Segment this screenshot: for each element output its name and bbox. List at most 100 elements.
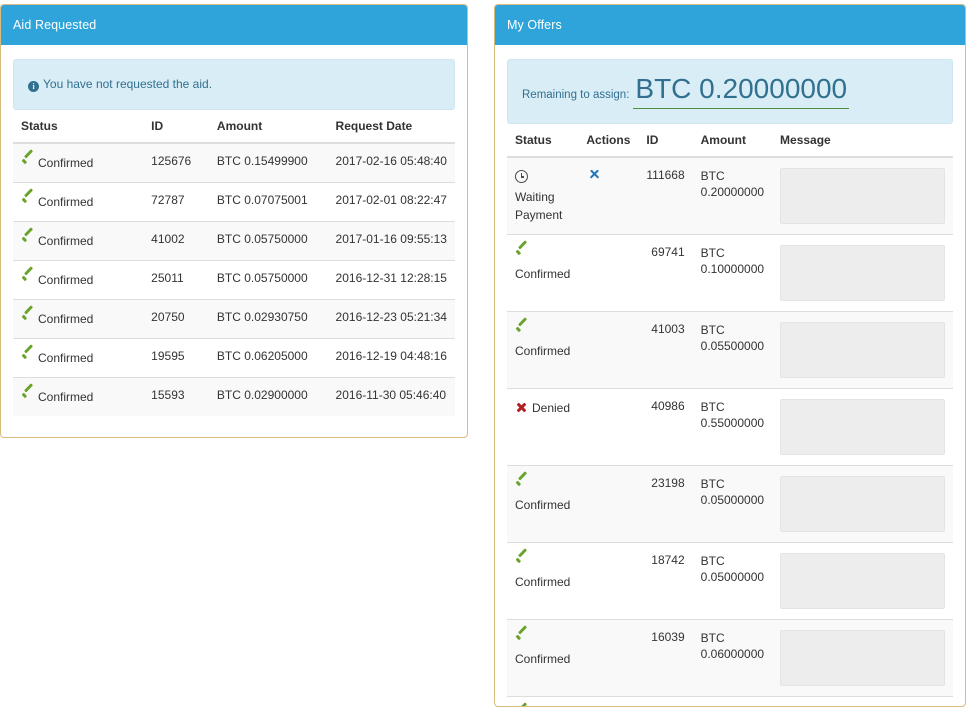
message-input[interactable]	[780, 399, 945, 455]
status-badge: Confirmed	[21, 234, 93, 248]
cell-amount: BTC 0.05000000	[692, 465, 773, 543]
status-badge: Confirmed	[515, 478, 570, 514]
table-row: Waiting Payment 111668 BTC 0.20000000	[507, 156, 953, 235]
status-label: Confirmed	[38, 351, 94, 365]
status-label: Confirmed	[38, 156, 94, 170]
cell-id: 20750	[143, 299, 209, 339]
status-label: Confirmed	[38, 234, 94, 248]
cell-amount: BTC 0.05750000	[208, 260, 328, 300]
cell-status: Confirmed	[507, 542, 579, 620]
status-badge: Confirmed	[21, 195, 93, 209]
aid-requested-panel: Aid Requested i You have not requested th…	[0, 4, 468, 438]
green-check-icon	[21, 234, 35, 247]
table-row: Confirmed 13045BTC 0.02700000	[507, 696, 953, 706]
column-header-request-date: Request Date	[327, 110, 455, 144]
remaining-to-assign-label: Remaining to assign:	[522, 89, 630, 101]
status-badge: Confirmed	[21, 156, 93, 170]
cell-id: 125676	[143, 142, 209, 183]
status-label: Confirmed	[515, 344, 571, 358]
cell-id: 72787	[143, 182, 209, 222]
info-icon: i	[28, 81, 39, 92]
message-input[interactable]	[780, 476, 945, 532]
cell-id: 16039	[638, 619, 693, 697]
cell-amount: BTC 0.05500000	[692, 311, 773, 389]
cell-message	[772, 696, 953, 706]
no-aid-requested-alert-text: You have not requested the aid.	[43, 77, 213, 91]
cell-actions	[578, 156, 639, 235]
aid-requested-table-body: Confirmed 125676 BTC 0.15499900 2017-02-16 …	[13, 142, 455, 416]
status-badge: Confirmed	[21, 390, 93, 404]
cell-amount: BTC 0.15499900	[208, 142, 328, 183]
column-header-message: Message	[772, 124, 953, 158]
message-input[interactable]	[780, 553, 945, 609]
message-input[interactable]	[780, 168, 945, 224]
column-header-amount: Amount	[692, 124, 773, 158]
cell-id: 111668	[638, 156, 693, 235]
column-header-status: Status	[13, 110, 144, 144]
status-badge: Confirmed	[515, 324, 570, 360]
no-aid-requested-alert: i You have not requested the aid.	[13, 59, 455, 110]
cell-amount: BTC 0.05750000	[208, 221, 328, 261]
column-header-id: ID	[638, 124, 693, 158]
green-check-icon	[515, 632, 529, 645]
message-input[interactable]	[780, 322, 945, 378]
table-row: Confirmed 15593 BTC 0.02900000 2016-11-30 0…	[13, 377, 455, 416]
cancel-x-icon[interactable]	[588, 168, 600, 180]
status-label: Confirmed	[38, 195, 94, 209]
message-input[interactable]	[780, 245, 945, 301]
cell-actions	[578, 234, 639, 312]
cell-status: Confirmed	[507, 311, 579, 389]
status-label: Waiting Payment	[515, 190, 563, 222]
cell-id: 23198	[638, 465, 693, 543]
status-badge: Waiting Payment	[515, 170, 570, 224]
aid-requested-panel-body: i You have not requested the aid. Status …	[1, 45, 467, 416]
status-badge: Confirmed	[515, 632, 570, 668]
red-x-icon	[515, 401, 528, 414]
table-row: Denied 40986 BTC 0.55000000	[507, 388, 953, 466]
status-label: Confirmed	[515, 575, 571, 589]
cell-id: 19595	[143, 338, 209, 378]
aid-requested-panel-title: Aid Requested	[1, 5, 467, 45]
my-offers-table-head: Status Actions ID Amount Message	[507, 124, 953, 158]
table-row: Confirmed 19595 BTC 0.06205000 2016-12-19 0…	[13, 338, 455, 378]
column-header-status: Status	[507, 124, 579, 158]
cell-message	[772, 542, 953, 620]
status-badge: Confirmed	[21, 351, 93, 365]
cell-date: 2016-12-19 04:48:16	[327, 338, 455, 378]
status-label: Denied	[532, 401, 571, 415]
table-row: Confirmed 72787 BTC 0.07075001 2017-02-01 0…	[13, 182, 455, 222]
cell-date: 2017-02-16 05:48:40	[327, 142, 455, 183]
column-header-amount: Amount	[208, 110, 328, 144]
table-row: Confirmed 41002 BTC 0.05750000 2017-01-16 0…	[13, 221, 455, 261]
cell-amount: BTC 0.02930750	[208, 299, 328, 339]
cell-id: 69741	[638, 234, 693, 312]
cell-message	[772, 388, 953, 466]
green-check-icon	[515, 247, 529, 260]
cell-status: Confirmed	[13, 260, 144, 300]
my-offers-panel: My Offers Remaining to assign: BTC 0.2000…	[494, 4, 966, 707]
cell-amount: BTC 0.02700000	[692, 696, 773, 706]
table-row: Confirmed 125676 BTC 0.15499900 2017-02-16 …	[13, 142, 455, 183]
cell-id: 41002	[143, 221, 209, 261]
cell-message	[772, 465, 953, 543]
cell-message	[772, 234, 953, 312]
status-badge: Confirmed	[21, 312, 93, 326]
table-header-row: Status Actions ID Amount Message	[507, 124, 953, 158]
cell-actions	[578, 311, 639, 389]
green-check-icon	[21, 273, 35, 286]
message-input[interactable]	[780, 630, 945, 686]
cell-amount: BTC 0.55000000	[692, 388, 773, 466]
table-row: Confirmed 18742 BTC 0.05000000	[507, 542, 953, 620]
cell-id: 25011	[143, 260, 209, 300]
cell-amount: BTC 0.05000000	[692, 542, 773, 620]
table-row: Confirmed 16039 BTC 0.06000000	[507, 619, 953, 697]
cell-status: Confirmed	[507, 465, 579, 543]
my-offers-panel-body: Remaining to assign: BTC 0.20000000 Statu…	[495, 45, 965, 706]
cell-message	[772, 156, 953, 235]
table-row: Confirmed 41003 BTC 0.05500000	[507, 311, 953, 389]
status-label: Confirmed	[38, 273, 94, 287]
cell-actions	[578, 388, 639, 466]
cell-status: Confirmed	[507, 696, 579, 706]
cell-actions	[578, 465, 639, 543]
cell-date: 2016-12-23 05:21:34	[327, 299, 455, 339]
